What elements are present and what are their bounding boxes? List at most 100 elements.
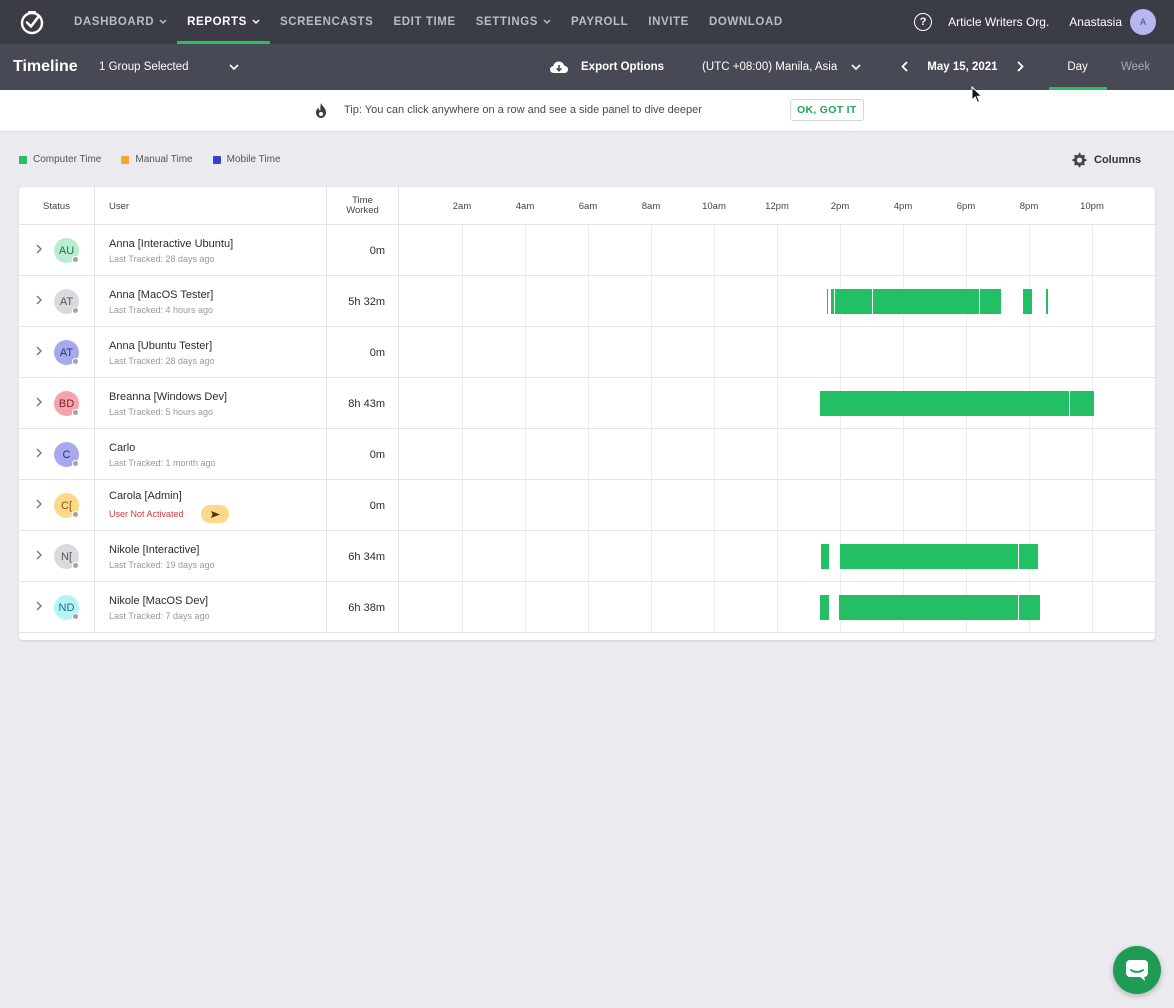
nav-item-download[interactable]: DOWNLOAD bbox=[699, 0, 793, 44]
app-logo-icon[interactable] bbox=[19, 9, 45, 35]
gridline bbox=[777, 378, 778, 429]
computer-time-segment[interactable] bbox=[835, 289, 873, 314]
computer-time-segment[interactable] bbox=[1069, 391, 1094, 416]
timeline-cell[interactable] bbox=[399, 429, 1155, 480]
gridline bbox=[651, 480, 652, 531]
chat-support-button[interactable] bbox=[1113, 946, 1161, 994]
timeline-cell[interactable] bbox=[399, 531, 1155, 582]
expand-row-icon[interactable] bbox=[36, 498, 42, 512]
user-name: Anna [MacOS Tester] bbox=[109, 289, 214, 301]
user-name[interactable]: Anastasia bbox=[1069, 15, 1122, 29]
timeline-cell[interactable] bbox=[399, 582, 1155, 633]
chevron-down-icon bbox=[229, 63, 239, 70]
expand-row-icon[interactable] bbox=[36, 294, 42, 308]
table-row[interactable]: AU Anna [Interactive Ubuntu] Last Tracked:… bbox=[19, 225, 1155, 276]
column-header-user[interactable]: User bbox=[95, 187, 327, 225]
nav-item-payroll[interactable]: PAYROLL bbox=[561, 0, 638, 44]
dismiss-tip-button[interactable]: OK, GOT IT bbox=[790, 99, 864, 121]
table-row[interactable]: N[Nikole [Interactive] Last Tracked: 19 d… bbox=[19, 531, 1155, 582]
gridline bbox=[1029, 429, 1030, 480]
user-avatar[interactable]: A bbox=[1130, 9, 1156, 35]
computer-time-segment[interactable] bbox=[819, 391, 1069, 416]
expand-row-icon[interactable] bbox=[36, 345, 42, 359]
tab-day[interactable]: Day bbox=[1048, 44, 1107, 90]
gridline bbox=[588, 276, 589, 327]
status-cell: C bbox=[19, 429, 95, 480]
computer-time-segment[interactable] bbox=[821, 544, 829, 569]
gridline bbox=[903, 327, 904, 378]
timeline-cell[interactable] bbox=[399, 378, 1155, 429]
gridline bbox=[714, 225, 715, 276]
hour-tick-label: 4am bbox=[515, 200, 535, 212]
computer-time-segment[interactable] bbox=[840, 544, 1018, 569]
table-row[interactable]: AT Anna [Ubuntu Tester] Last Tracked: 28 d… bbox=[19, 327, 1155, 378]
nav-item-reports[interactable]: REPORTS bbox=[177, 0, 270, 44]
timeline-cell[interactable] bbox=[399, 480, 1155, 531]
timezone-dropdown[interactable]: (UTC +08:00) Manila, Asia bbox=[702, 61, 861, 73]
computer-time-segment[interactable] bbox=[819, 595, 829, 620]
columns-label: Columns bbox=[1094, 154, 1142, 166]
hour-tick-label: 2am bbox=[452, 200, 472, 212]
legend-label: Mobile Time bbox=[226, 154, 281, 165]
table-row[interactable]: C[Carola [Admin] User Not Activated 0m bbox=[19, 480, 1155, 531]
computer-time-segment[interactable] bbox=[839, 595, 1018, 620]
nav-item-edit-time[interactable]: EDIT TIME bbox=[383, 0, 465, 44]
computer-time-segment[interactable] bbox=[873, 289, 979, 314]
table-row[interactable]: AT Anna [MacOS Tester] Last Tracked: 4 hou… bbox=[19, 276, 1155, 327]
org-name[interactable]: Article Writers Org. bbox=[948, 15, 1049, 29]
table-row[interactable]: ND Nikole [MacOS Dev] Last Tracked: 7 days… bbox=[19, 582, 1155, 633]
expand-row-icon[interactable] bbox=[36, 549, 42, 563]
hour-tick-label: 4pm bbox=[893, 200, 913, 212]
computer-time-segment[interactable] bbox=[1022, 289, 1033, 314]
gridline bbox=[966, 429, 967, 480]
column-header-status[interactable]: Status bbox=[19, 187, 95, 225]
gridline bbox=[1092, 429, 1093, 480]
nav-item-screencasts[interactable]: SCREENCASTS bbox=[270, 0, 384, 44]
computer-time-segment[interactable] bbox=[1018, 544, 1039, 569]
status-cell: AU bbox=[19, 225, 95, 276]
nav-item-settings[interactable]: SETTINGS bbox=[466, 0, 561, 44]
help-icon[interactable]: ? bbox=[914, 13, 933, 31]
table-row[interactable]: BD Breanna [Windows Dev] Last Tracked: 5 h… bbox=[19, 378, 1155, 429]
gridline bbox=[1092, 225, 1093, 276]
timeline-cell[interactable] bbox=[399, 276, 1155, 327]
gridline bbox=[651, 429, 652, 480]
legend-swatch bbox=[212, 155, 221, 164]
nav-item-dashboard[interactable]: DASHBOARD bbox=[64, 0, 177, 44]
next-day-icon[interactable] bbox=[1014, 60, 1028, 75]
gridline bbox=[1092, 480, 1093, 531]
computer-time-segment[interactable] bbox=[980, 289, 1001, 314]
columns-button[interactable]: Columns bbox=[1071, 152, 1141, 168]
tab-week[interactable]: Week bbox=[1107, 44, 1165, 90]
export-options-button[interactable]: Export Options bbox=[549, 60, 664, 74]
expand-row-icon[interactable] bbox=[36, 600, 42, 614]
expand-row-icon[interactable] bbox=[36, 243, 42, 257]
gridline bbox=[462, 327, 463, 378]
computer-time-segment[interactable] bbox=[1018, 595, 1040, 620]
computer-time-segment[interactable] bbox=[831, 289, 834, 314]
group-select-dropdown[interactable]: 1 Group Selected bbox=[99, 61, 239, 73]
gridline bbox=[651, 225, 652, 276]
timeline-cell[interactable] bbox=[399, 225, 1155, 276]
gridline bbox=[462, 480, 463, 531]
legend-label: Manual Time bbox=[135, 154, 193, 165]
previous-day-icon[interactable] bbox=[897, 60, 911, 75]
last-tracked: Last Tracked: 7 days ago bbox=[109, 611, 210, 621]
resend-invite-button[interactable] bbox=[201, 505, 229, 523]
chat-icon bbox=[1126, 960, 1148, 981]
gridline bbox=[588, 225, 589, 276]
hour-tick-label: 2pm bbox=[830, 200, 850, 212]
expand-row-icon[interactable] bbox=[36, 447, 42, 461]
status-cell: ND bbox=[19, 582, 95, 633]
last-tracked: Last Tracked: 1 month ago bbox=[109, 458, 216, 468]
nav-item-invite[interactable]: INVITE bbox=[638, 0, 699, 44]
legend-mobile-time: Mobile Time bbox=[212, 154, 281, 165]
computer-time-segment[interactable] bbox=[826, 289, 829, 314]
table-row[interactable]: C Carlo Last Tracked: 1 month ago 0m bbox=[19, 429, 1155, 480]
timeline-cell[interactable] bbox=[399, 327, 1155, 378]
expand-row-icon[interactable] bbox=[36, 396, 42, 410]
column-header-time-worked[interactable]: Time Worked bbox=[327, 187, 399, 225]
computer-time-segment[interactable] bbox=[1046, 289, 1048, 314]
table-header: Status User Time Worked 2am 4am 6am 8am 10am… bbox=[19, 187, 1155, 225]
current-date[interactable]: May 15, 2021 bbox=[927, 61, 997, 73]
